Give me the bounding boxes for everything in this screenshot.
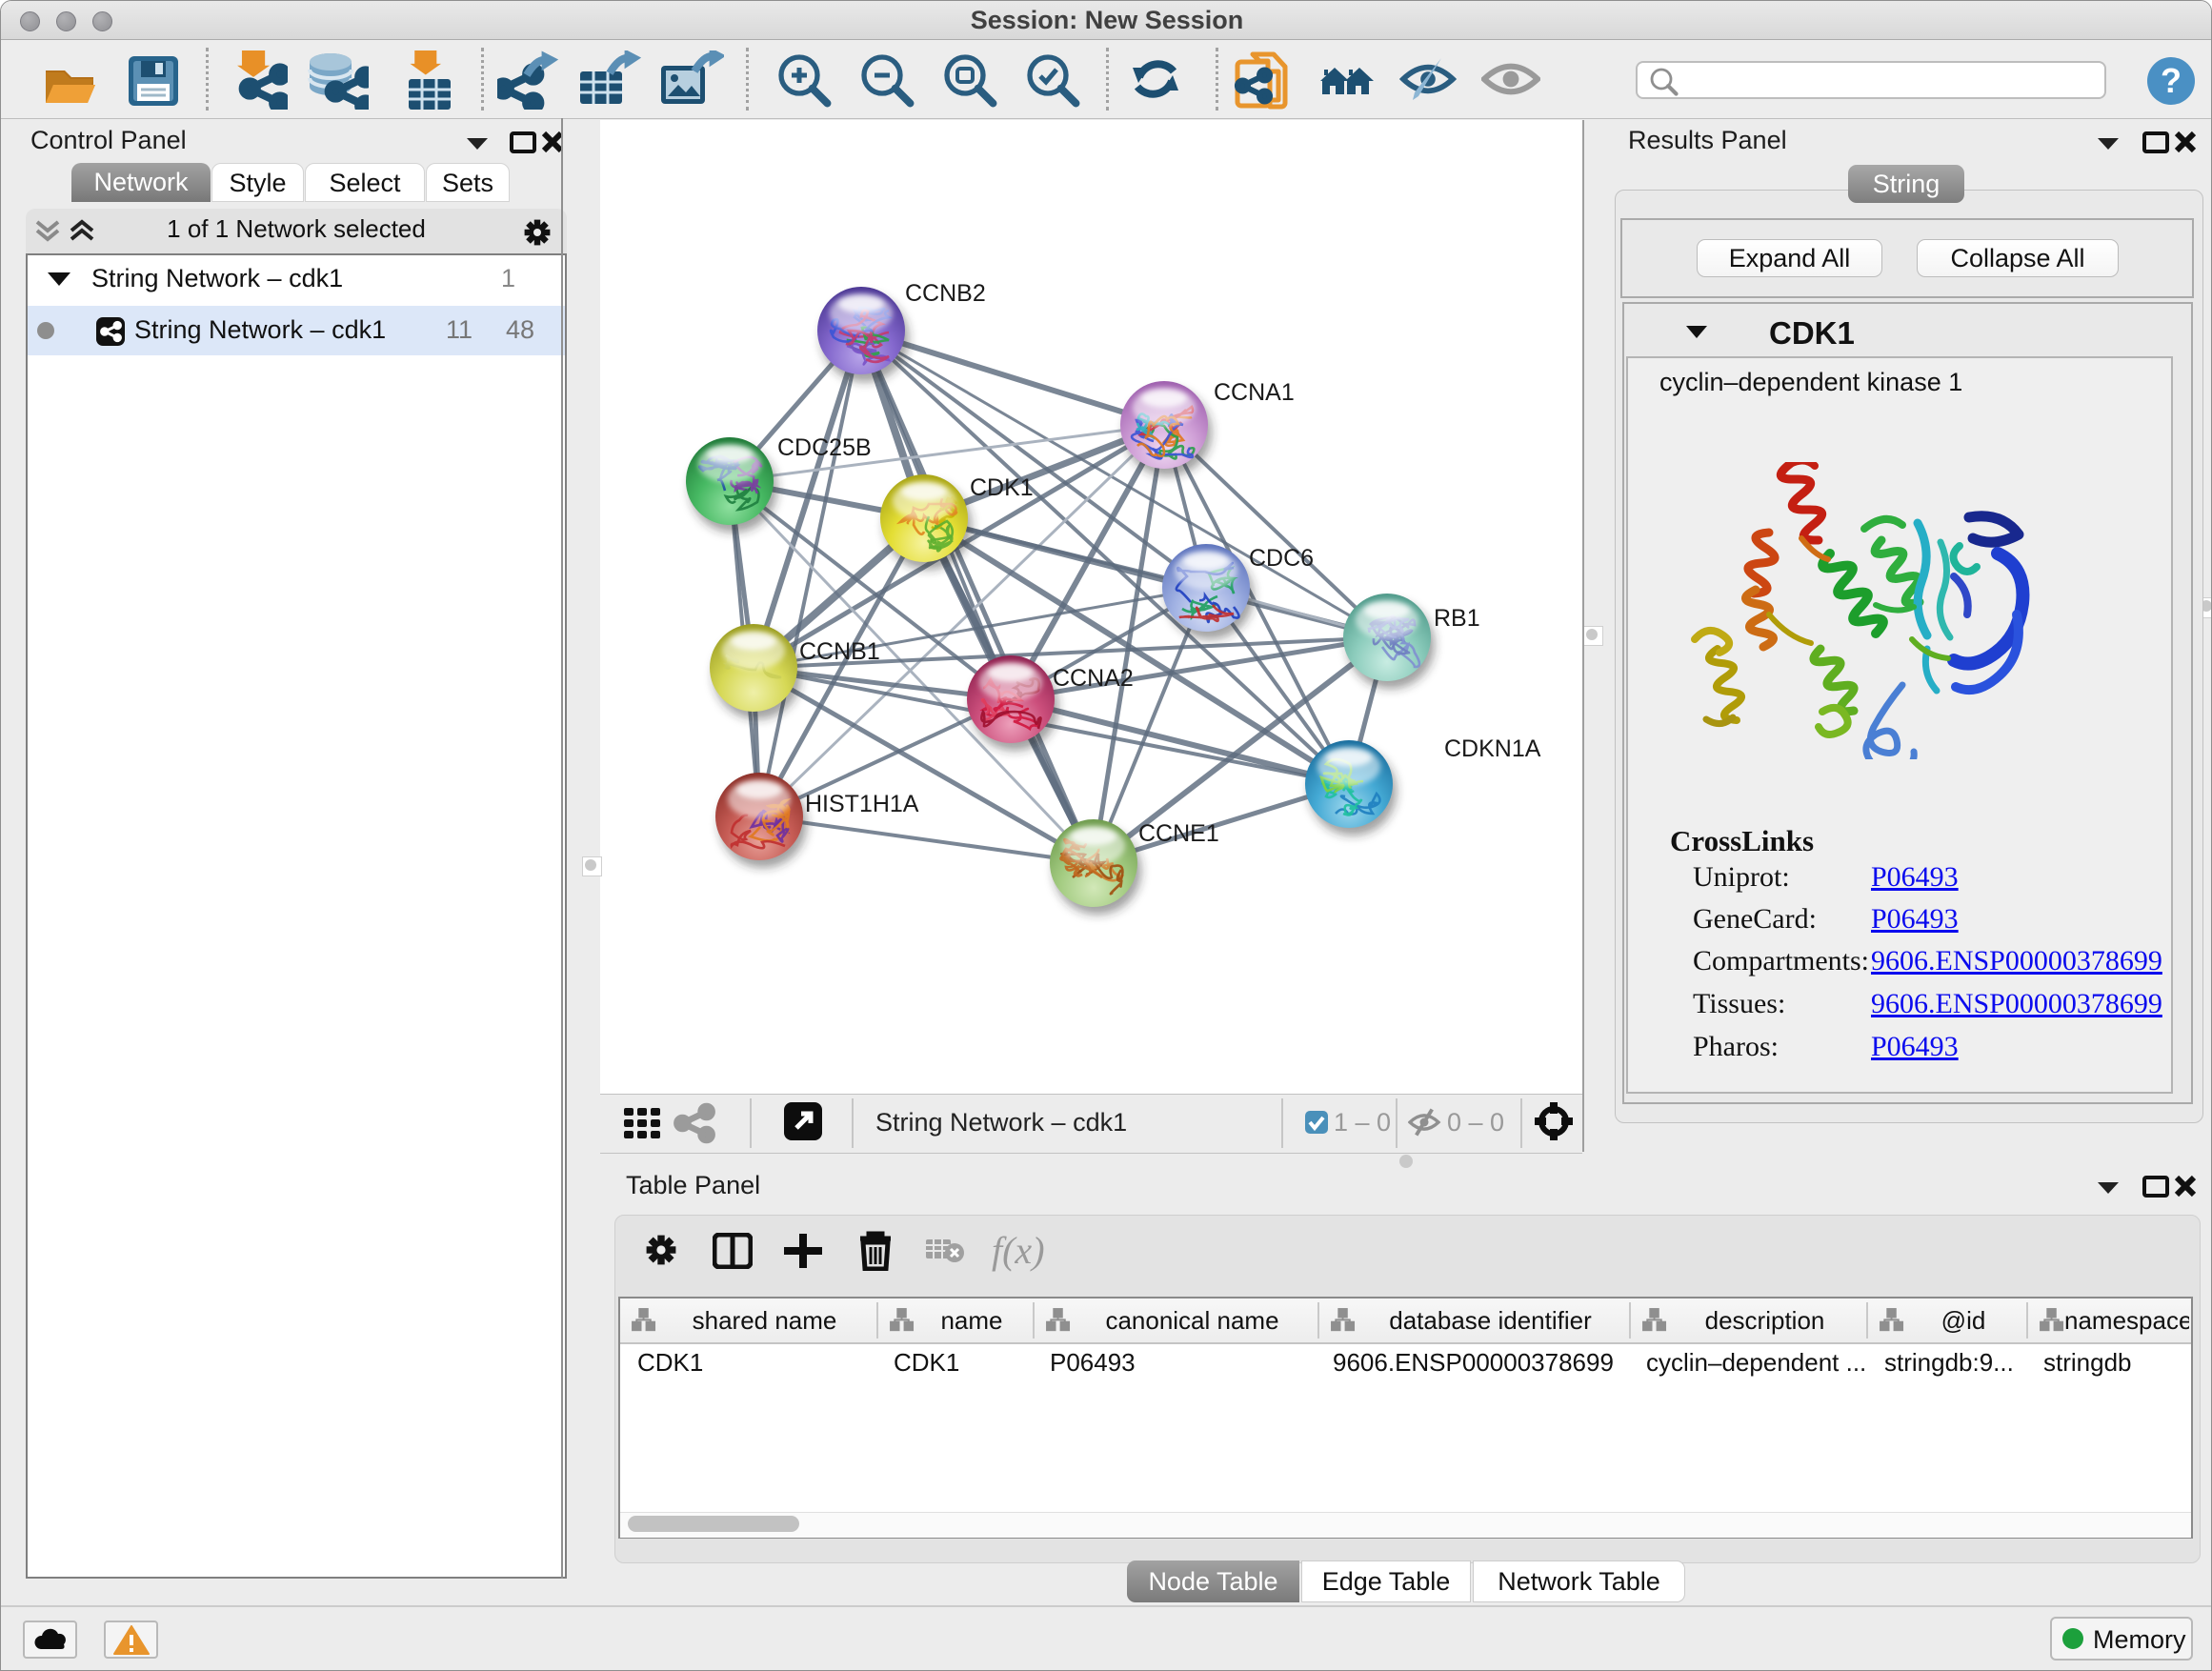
svg-text:RB1: RB1: [1434, 605, 1480, 632]
svg-text:CCNB1: CCNB1: [799, 638, 880, 665]
svg-text:CDK1: CDK1: [970, 474, 1034, 501]
svg-text:CCNE1: CCNE1: [1138, 820, 1219, 847]
svg-text:HIST1H1A: HIST1H1A: [805, 791, 919, 817]
svg-text:CDC6: CDC6: [1249, 545, 1314, 572]
svg-text:CDKN1A: CDKN1A: [1444, 735, 1541, 762]
svg-text:CDC25B: CDC25B: [777, 434, 872, 461]
svg-text:CCNB2: CCNB2: [905, 280, 986, 307]
svg-text:CCNA1: CCNA1: [1214, 379, 1295, 406]
svg-text:?: ?: [2161, 61, 2182, 100]
svg-text:CCNA2: CCNA2: [1053, 665, 1134, 692]
